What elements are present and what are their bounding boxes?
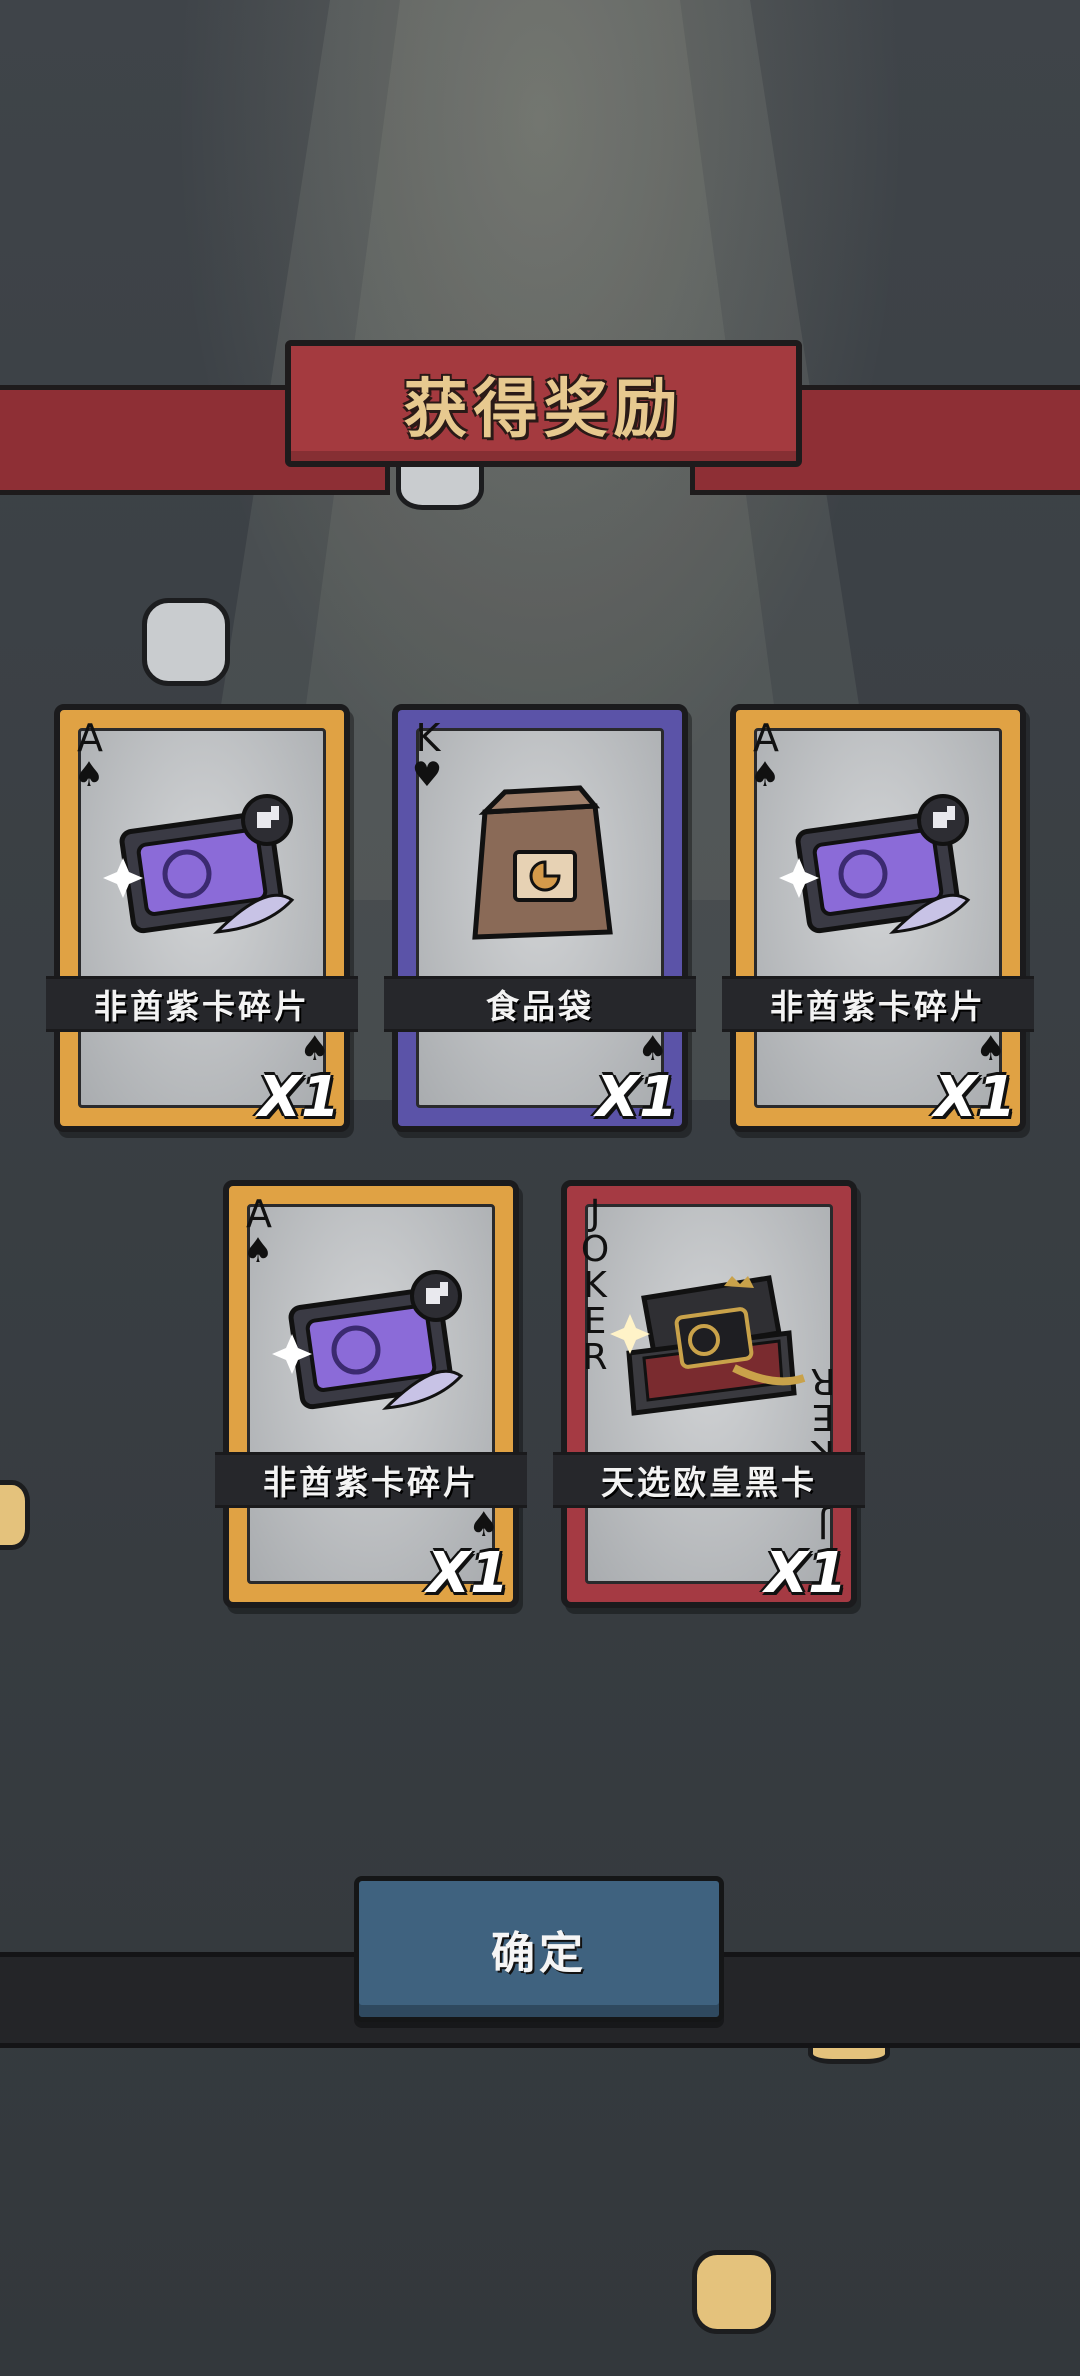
banner-plaque: 获得奖励 — [285, 340, 802, 467]
card-rank: A — [246, 1192, 272, 1236]
floating-token-icon — [142, 598, 230, 686]
spade-icon: ♠ — [468, 1505, 499, 1545]
purple-card-fragment-icon — [103, 794, 295, 934]
item-name-bar: 非酋紫卡碎片 — [215, 1452, 527, 1508]
item-name: 天选欧皇黑卡 — [601, 1463, 817, 1502]
card-rank: A — [753, 716, 779, 760]
item-quantity: X1 — [764, 1541, 847, 1606]
item-name-bar: 非酋紫卡碎片 — [46, 976, 358, 1032]
item-name: 非酋紫卡碎片 — [770, 987, 986, 1026]
item-quantity: X1 — [595, 1065, 678, 1130]
reward-card[interactable]: JOKER JOKER 天选欧皇黑卡 X1 — [553, 1180, 865, 1608]
item-name: 非酋紫卡碎片 — [263, 1463, 479, 1502]
reward-card[interactable]: A ♠ 非酋紫卡碎片 ♠ X1 — [722, 704, 1034, 1132]
floating-cheese-icon — [692, 2250, 776, 2334]
spade-icon: ♠ — [299, 1029, 330, 1069]
black-card-box-icon — [610, 1275, 806, 1416]
card-rank: K — [415, 716, 441, 760]
item-name: 非酋紫卡碎片 — [94, 987, 310, 1026]
reward-screen: 获得奖励 A ♠ 非酋紫卡碎片 ♠ X1 K ♥ 食品袋 ♠ X1 A ♠ 非酋… — [0, 0, 1080, 2376]
item-quantity: X1 — [933, 1065, 1016, 1130]
item-quantity: X1 — [257, 1065, 340, 1130]
reward-card[interactable]: A ♠ 非酋紫卡碎片 ♠ X1 — [215, 1180, 527, 1608]
title-banner: 获得奖励 — [0, 330, 1080, 500]
page-title: 获得奖励 — [403, 372, 684, 447]
spade-icon: ♠ — [975, 1029, 1006, 1069]
item-name-bar: 食品袋 — [384, 976, 696, 1032]
item-name: 食品袋 — [486, 987, 594, 1026]
spade-icon: ♠ — [637, 1029, 668, 1069]
item-name-bar: 非酋紫卡碎片 — [722, 976, 1034, 1032]
purple-card-fragment-icon — [779, 794, 971, 934]
reward-card[interactable]: K ♥ 食品袋 ♠ X1 — [384, 704, 696, 1132]
item-name-bar: 天选欧皇黑卡 — [553, 1452, 865, 1508]
floating-cheese-icon — [0, 1480, 30, 1550]
reward-card[interactable]: A ♠ 非酋紫卡碎片 ♠ X1 — [46, 704, 358, 1132]
confirm-button-label: 确定 — [491, 1928, 587, 1979]
item-quantity: X1 — [426, 1541, 509, 1606]
purple-card-fragment-icon — [272, 1270, 464, 1410]
confirm-button[interactable]: 确定 — [354, 1876, 724, 2022]
food-bag-icon — [472, 785, 613, 940]
card-rank: A — [77, 716, 103, 760]
